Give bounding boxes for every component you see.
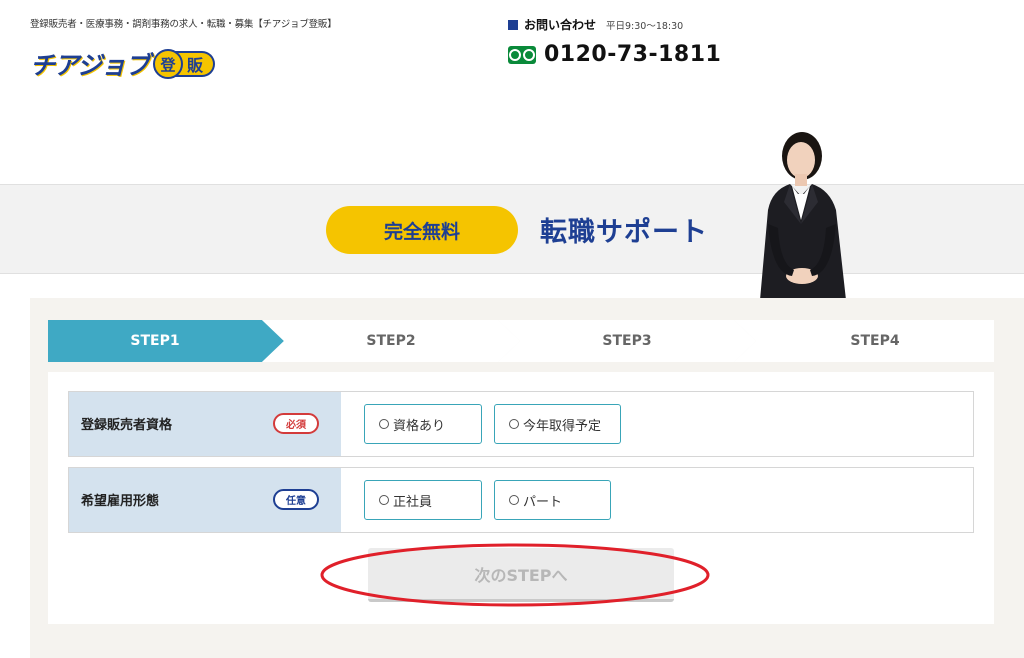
logo-badge-circle: 登 (153, 49, 184, 79)
required-badge: 必須 (273, 413, 319, 434)
option-label: 今年取得予定 (523, 418, 602, 434)
radio-circle-icon (379, 495, 389, 505)
step-2: STEP2 (366, 333, 416, 349)
site-logo[interactable]: チアジョブ 登 販 (30, 44, 216, 84)
contact-label-row: お問い合わせ 平日9:30〜18:30 (508, 16, 721, 33)
step-3: STEP3 (602, 333, 652, 349)
row-label-cell: 希望雇用形態 任意 (69, 468, 341, 532)
phone-row[interactable]: 0120-73-1811 (508, 42, 721, 67)
form-row-employment-type: 希望雇用形態 任意 正社員 パート (68, 467, 974, 533)
logo-text: チアジョブ (30, 51, 150, 80)
consultant-photo (760, 132, 846, 300)
field-label: 希望雇用形態 (81, 494, 160, 509)
free-badge: 完全無料 (326, 206, 518, 254)
option-part-time[interactable]: パート (494, 480, 611, 520)
contact-hours: 平日9:30〜18:30 (606, 20, 684, 32)
optional-badge: 任意 (273, 489, 319, 510)
site-tagline: 登録販売者・医療事務・調剤事務の求人・転職・募集【チアジョブ登販】 (30, 19, 337, 30)
row-label-cell: 登録販売者資格 必須 (69, 392, 341, 456)
option-label: パート (523, 494, 563, 510)
contact-label: お問い合わせ (524, 18, 597, 32)
form-row-qualification: 登録販売者資格 必須 資格あり 今年取得予定 (68, 391, 974, 457)
option-full-time[interactable]: 正社員 (364, 480, 482, 520)
radio-circle-icon (509, 419, 519, 429)
option-expected-this-year[interactable]: 今年取得予定 (494, 404, 621, 444)
field-label: 登録販売者資格 (81, 418, 173, 433)
banner-title: 転職サポート (540, 217, 708, 248)
radio-circle-icon (509, 495, 519, 505)
radio-circle-icon (379, 419, 389, 429)
freedial-icon (508, 45, 536, 64)
square-bullet-icon (508, 19, 518, 30)
step-1: STEP1 (130, 333, 180, 349)
step-4: STEP4 (850, 333, 900, 349)
contact-block: お問い合わせ 平日9:30〜18:30 0120-73-1811 (508, 16, 721, 67)
option-label: 正社員 (393, 494, 433, 510)
phone-number[interactable]: 0120-73-1811 (544, 42, 721, 67)
option-has-qualification[interactable]: 資格あり (364, 404, 482, 444)
logo-badge: 登 販 (153, 47, 216, 81)
option-label: 資格あり (393, 418, 446, 434)
next-step-button[interactable]: 次のSTEPへ (368, 548, 674, 602)
